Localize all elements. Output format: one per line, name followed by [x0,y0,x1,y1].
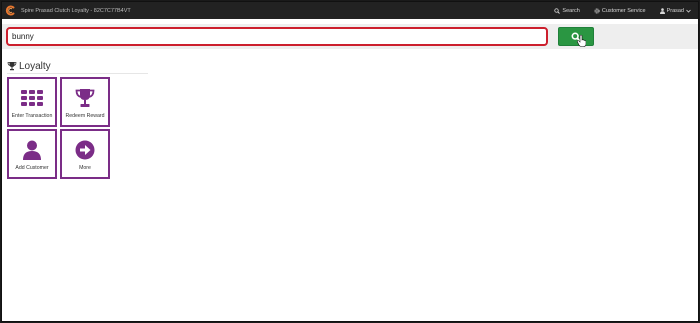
tile-more[interactable]: More [60,129,110,179]
user-icon [659,7,665,14]
nav-search-label: Search [562,7,580,14]
gear-icon [594,7,600,14]
tile-label: Enter Transaction [11,113,53,119]
hand-cursor-icon [577,35,586,47]
tile-enter-transaction[interactable]: Enter Transaction [7,77,57,127]
tile-add-customer[interactable]: Add Customer [7,129,57,179]
nav-user-label: Prasad [666,7,684,14]
brand-logo-icon[interactable] [5,5,16,16]
nav-user-menu[interactable]: Prasad [659,7,693,14]
search-icon [554,7,561,14]
chevron-down-icon [686,9,691,13]
app-title: Spire Prasad Clutch Loyalty - 82C7C77B4V… [21,7,131,14]
tile-label: More [79,165,91,171]
nav-customer-service-link[interactable]: Customer Service [594,8,646,14]
tile-label: Redeem Reward [65,113,105,119]
top-navbar: Spire Prasad Clutch Loyalty - 82C7C77B4V… [2,2,698,19]
loyalty-title: Loyalty [19,60,51,72]
loyalty-heading: Loyalty [7,59,148,74]
search-bar [2,24,698,49]
search-button[interactable] [558,27,594,46]
trophy-icon [75,89,95,107]
user-icon [23,140,41,160]
trophy-icon [7,62,17,71]
nav-search-link[interactable]: Search [554,7,580,14]
nav-customer-service-label: Customer Service [601,7,646,14]
app-window: Spire Prasad Clutch Loyalty - 82C7C77B4V… [1,1,699,322]
grid-icon [21,90,43,106]
navbar-right: Search Customer Service Prasad [554,2,698,19]
tile-label: Add Customer [15,165,49,171]
arrow-circle-icon [75,140,95,160]
tile-redeem-reward[interactable]: Redeem Reward [60,77,110,127]
search-input[interactable] [6,27,548,46]
